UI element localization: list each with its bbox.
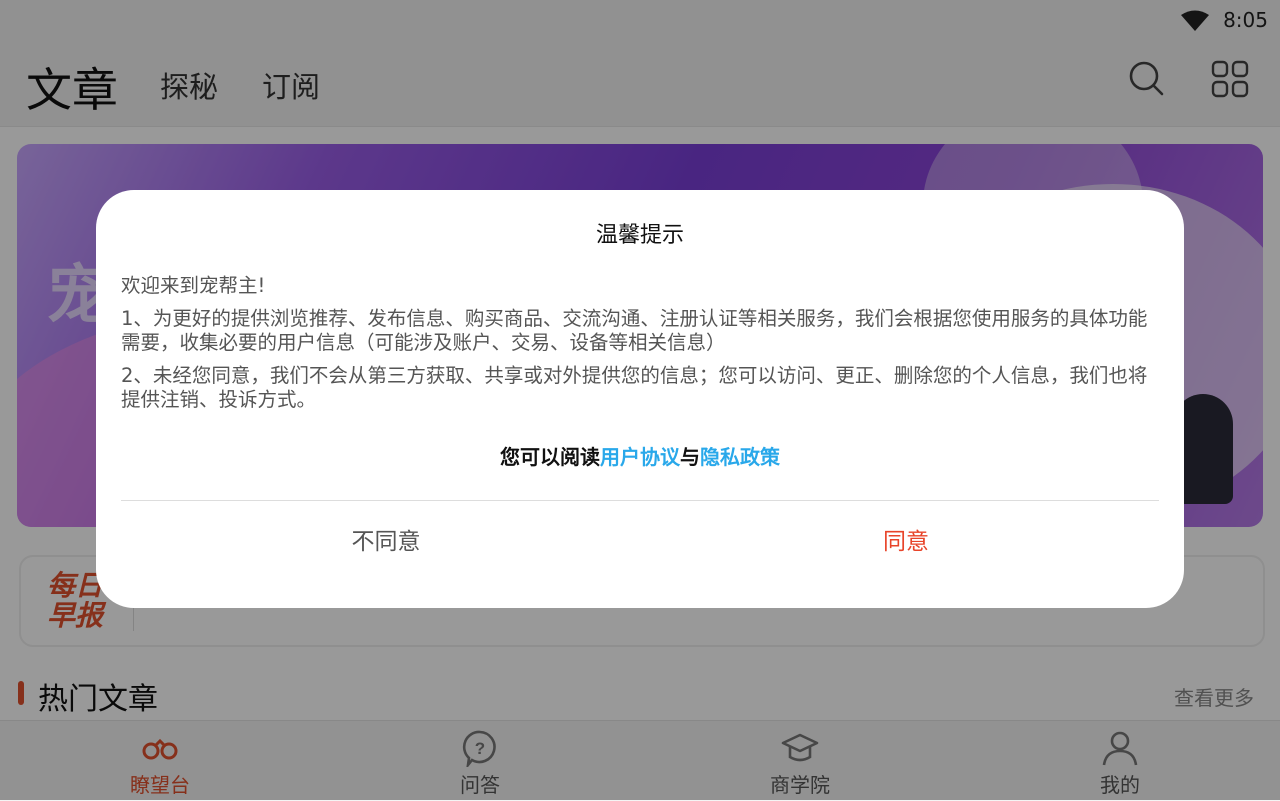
dialog-paragraph-1: 1、为更好的提供浏览推荐、发布信息、购买商品、交流沟通、注册认证等相关服务，我们…: [121, 307, 1148, 354]
dialog-title: 温馨提示: [595, 223, 684, 248]
dialog-paragraph-2: 2、未经您同意，我们不会从第三方获取、共享或对外提供您的信息；您可以访问、更正、…: [121, 364, 1148, 411]
dialog-links: 您可以阅读用户协议与隐私政策: [96, 441, 1184, 470]
privacy-dialog: 温馨提示 欢迎来到宠帮主! 1、为更好的提供浏览推荐、发布信息、购买商品、交流沟…: [96, 190, 1184, 608]
disagree-button[interactable]: 不同意: [96, 502, 676, 582]
dialog-greeting: 欢迎来到宠帮主!: [121, 274, 266, 297]
user-agreement-link[interactable]: 用户协议: [600, 445, 680, 469]
agree-button[interactable]: 同意: [616, 502, 1196, 582]
dialog-divider: [121, 500, 1159, 501]
links-and: 与: [680, 445, 700, 469]
links-prefix: 您可以阅读: [500, 445, 600, 469]
privacy-policy-link[interactable]: 隐私政策: [700, 445, 780, 469]
dialog-body: 欢迎来到宠帮主! 1、为更好的提供浏览推荐、发布信息、购买商品、交流沟通、注册认…: [121, 274, 1161, 421]
